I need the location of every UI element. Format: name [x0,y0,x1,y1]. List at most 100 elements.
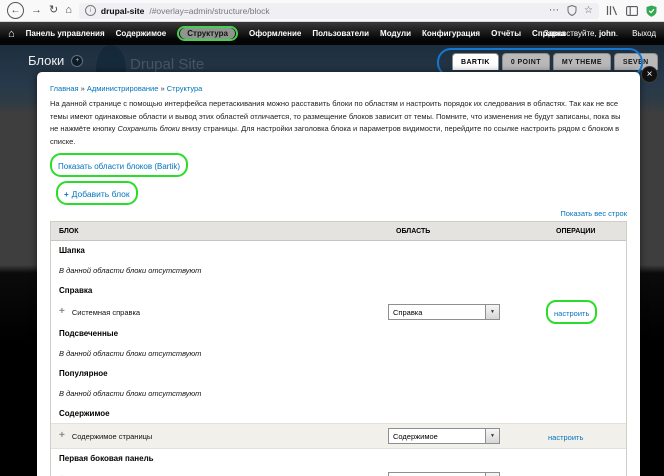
overlay-panel: Главная » Администрирование » Структура … [37,72,640,476]
breadcrumb-separator: » [158,84,167,93]
select-arrow-icon: ▼ [485,429,499,443]
overlay-close-button[interactable]: × [641,66,658,83]
toolbar-item[interactable]: Панель управления [26,29,105,38]
block-title: Системная справка [71,307,141,317]
region-group-label: Первая боковая панель [59,454,154,463]
page-actions-icon[interactable]: ⋯ [549,5,560,16]
toolbar-item[interactable]: Пользователи [312,29,369,38]
toolbar-item[interactable]: Содержимое [116,29,167,38]
show-row-weights-link[interactable]: Показать вес строк [560,209,627,218]
admin-menu: ⌂ Панель управления Содержимое Структура Оф… [8,26,565,41]
toolbar-item[interactable]: Отчёты [491,29,521,38]
url-path: /#overlay=admin/structure/block [149,5,270,16]
home-button[interactable]: ⌂ [65,5,72,16]
reload-button[interactable]: ↻ [49,5,58,16]
breadcrumb-link[interactable]: Структура [167,84,203,93]
demonstrate-regions-link[interactable]: Показать области блоков (Bartik) [58,162,180,171]
table-row-block: + Содержимое страницы Содержимое ▼ настроить [51,423,626,449]
column-header-block: БЛОК [59,227,79,235]
table-row-empty: В данной области блоки отсутствуют [51,260,626,281]
breadcrumb-link[interactable]: Администрирование [87,84,159,93]
toolbar-user-area: Здравствуйте, john. Выход [544,29,656,38]
table-row-empty: В данной области блоки отсутствуют [51,383,626,404]
column-header-region: ОБЛАСТЬ [396,227,431,235]
shortcut-toggle-icon[interactable]: + [71,54,84,67]
security-shield-icon[interactable] [646,5,657,17]
toolbar-item[interactable]: Модули [380,29,411,38]
annotation-green-ring-add-block: + Добавить блок [56,181,138,205]
forward-button[interactable]: → [31,5,42,16]
theme-tab[interactable]: BARTIK [452,53,499,70]
annotation-green-ring-demo-link: Показать области блоков (Bartik) [50,153,189,177]
operations-cell: настроить [546,300,626,324]
add-block-button[interactable]: + Добавить блок [64,189,130,199]
table-row-group: Справка [51,281,626,300]
empty-region-text: В данной области блоки отсутствуют [59,389,202,398]
empty-region-text: В данной области блоки отсутствуют [59,349,202,358]
theme-tab[interactable]: 0 POINT [501,53,550,70]
close-icon: × [646,68,653,80]
table-row-group: Первая боковая панель [51,449,626,468]
screenshot-root: ← → ↻ ⌂ i drupal-site /#overlay=admin/st… [0,0,664,476]
region-select[interactable]: Справка ▼ [388,304,500,320]
drupal-admin-toolbar: ⌂ Панель управления Содержимое Структура Оф… [0,22,664,45]
table-row-group: Подсвеченные [51,324,626,343]
toolbar-item[interactable]: Оформление [249,29,301,38]
block-title: Содержимое страницы [71,431,153,441]
breadcrumb-link[interactable]: Главная [50,84,79,93]
sidebar-toggle-icon[interactable] [626,5,638,16]
empty-region-text: В данной области блоки отсутствуют [59,266,202,275]
urlbar-action-icons: ⋯ ☆ [549,5,593,16]
block-cell: + Системная справка [51,307,388,317]
region-select-value: Содержимое [393,431,438,441]
table-row-group: Популярное [51,364,626,383]
back-button[interactable]: ← [7,2,24,19]
drag-handle-icon[interactable]: + [59,431,65,441]
region-group-label: Подсвеченные [59,329,119,338]
block-cell: + Содержимое страницы [51,431,388,441]
demo-link-row: Показать области блоков (Bartik) [50,153,627,177]
annotation-green-ring-toolbar-item: Структура [177,26,238,41]
table-row-group: Шапка [51,241,626,260]
toolbar-item[interactable]: Конфигурация [422,29,480,38]
region-select[interactable]: Содержимое ▼ [388,428,500,444]
url-host: drupal-site [100,5,145,16]
region-cell: Содержимое ▼ [388,428,548,444]
operations-cell: настроить [548,427,626,445]
logout-link[interactable]: Выход [632,29,656,38]
browser-right-icons [606,5,657,17]
library-icon[interactable] [606,5,618,16]
region-group-label: Популярное [59,369,108,378]
toolbar-item[interactable]: Структура [180,28,235,39]
drag-handle-icon[interactable]: + [59,307,65,317]
region-select[interactable]: Первая боковая панель▼ [388,472,500,476]
theme-tabs: BARTIK 0 POINT MY THEME SEVEN [452,53,658,70]
username: john [598,29,616,38]
page-description: На данной странице с помощью интерфейса … [50,99,621,146]
configure-link[interactable]: настроить [548,433,583,442]
column-header-operations: ОПЕРАЦИИ [556,227,596,235]
table-header-row: БЛОК ОБЛАСТЬ ОПЕРАЦИИ [51,222,626,241]
configure-link[interactable]: настроить [554,309,589,318]
annotation-green-ring-configure: настроить [546,300,598,324]
region-select-value: Справка [393,307,423,317]
select-arrow-icon: ▼ [485,305,499,319]
back-arrow-icon: ← [10,5,21,16]
site-info-icon[interactable]: i [84,5,96,16]
url-bar[interactable]: i drupal-site /#overlay=admin/structure/… [78,2,599,19]
user-greeting: Здравствуйте, john. [543,29,619,38]
tracking-shield-icon[interactable] [567,5,577,16]
plus-icon: + [64,190,69,199]
table-row-group: Содержимое [51,404,626,423]
bookmark-star-icon[interactable]: ☆ [584,5,593,16]
overlay-page-title: Блоки + [28,53,84,68]
breadcrumb: Главная » Администрирование » Структура [50,84,627,93]
table-row-block: +Форма поискаПервая боковая панель▼настр… [51,468,626,476]
table-row-block: + Системная справка Справка ▼ настроить [51,300,626,324]
add-block-row: + Добавить блок [56,181,627,205]
toolbar-home-icon[interactable]: ⌂ [8,28,15,40]
region-cell: Справка ▼ [388,304,548,320]
operations-cell: настроить [548,471,626,476]
theme-tab[interactable]: MY THEME [552,53,611,70]
breadcrumb-separator: » [78,84,87,93]
